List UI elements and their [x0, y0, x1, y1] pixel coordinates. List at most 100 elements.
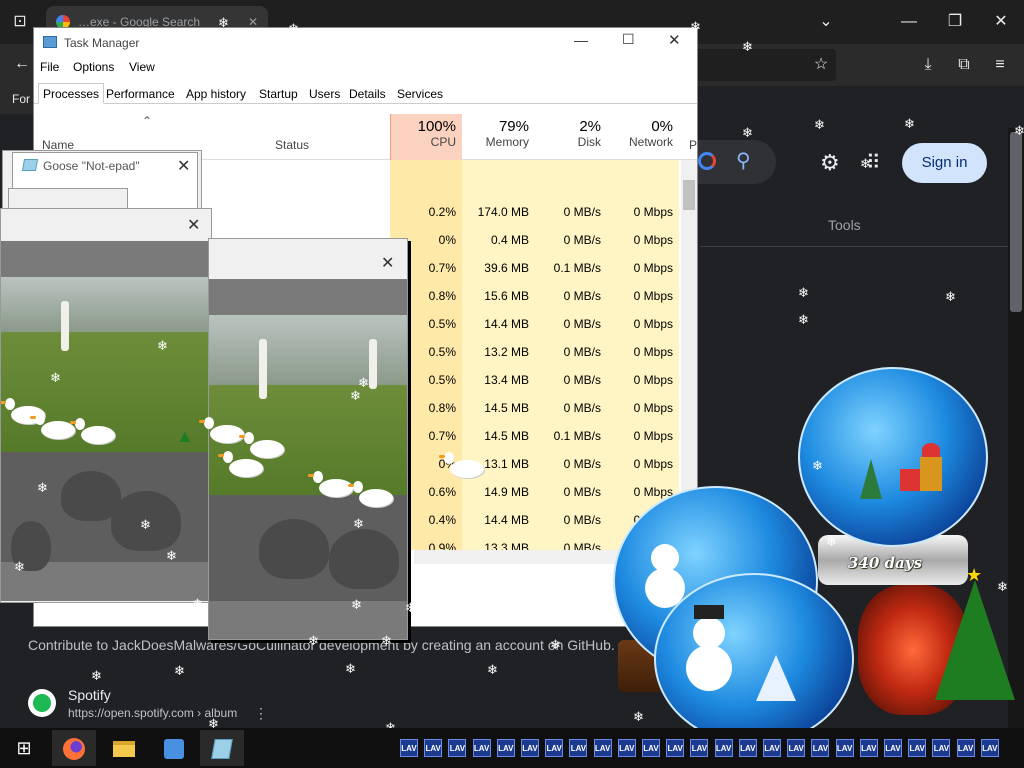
search-box[interactable]: ⚲ — [696, 140, 776, 184]
tray-lav-icon[interactable]: LAV — [569, 739, 588, 757]
tray-lav-icon[interactable]: LAV — [545, 739, 564, 757]
snowflake-icon: ❄ — [590, 589, 601, 604]
tray-lav-icon[interactable]: LAV — [956, 739, 975, 757]
menu-file[interactable]: File — [40, 60, 59, 74]
tray-lav-icon[interactable]: LAV — [738, 739, 757, 757]
tools-tab[interactable]: Tools — [828, 217, 861, 233]
bookmark-star-icon[interactable]: ☆ — [809, 53, 833, 77]
file-explorer-icon[interactable] — [102, 730, 146, 766]
meme-close-icon[interactable]: ✕ — [187, 215, 200, 235]
column-cpu[interactable]: 100% CPU — [390, 114, 462, 160]
firefox-icon[interactable] — [52, 730, 96, 766]
network-label: Network — [628, 135, 673, 149]
back-icon[interactable]: ← — [10, 52, 34, 76]
snowflake-icon: ❄ — [700, 663, 711, 678]
tab-search-icon[interactable]: ⊡ — [8, 10, 32, 34]
goose-video-1 — [1, 241, 211, 601]
tray-lav-icon[interactable]: LAV — [642, 739, 660, 757]
tray-lav-icon[interactable]: LAV — [908, 739, 927, 757]
tray-lav-icon[interactable]: LAV — [787, 739, 806, 757]
settings-gear-icon[interactable]: ⚙ — [820, 150, 840, 176]
tm-minimize-icon[interactable]: — — [574, 32, 588, 48]
task-manager-titlebar[interactable]: Task Manager — ☐ ✕ — [34, 28, 697, 58]
tray-lav-icon[interactable]: LAV — [496, 739, 515, 757]
cell-memory: 0.4 MB — [490, 233, 529, 247]
network-total: 0% — [651, 118, 673, 135]
meme2-close-icon[interactable]: ✕ — [381, 253, 394, 273]
tray-lav-icon[interactable]: LAV — [932, 739, 951, 757]
tray-lav-icon[interactable]: LAV — [835, 739, 854, 757]
tab-app-history[interactable]: App history — [181, 83, 251, 104]
snowflake-icon: ❄ — [381, 633, 392, 648]
disk-label: Disk — [577, 135, 601, 149]
tab-details[interactable]: Details — [344, 83, 391, 104]
chevron-down-icon[interactable]: ⌄ — [814, 10, 838, 34]
lens-icon[interactable] — [698, 152, 716, 170]
search-icon[interactable]: ⚲ — [736, 148, 751, 173]
tray-lav-icon[interactable]: LAV — [424, 739, 443, 757]
column-memory[interactable]: 79% Memory — [462, 114, 535, 160]
cell-network: 0 Mbps — [633, 205, 673, 219]
cpu-label: CPU — [430, 135, 456, 149]
tm-maximize-icon[interactable]: ☐ — [622, 31, 635, 48]
tray-lav-icon[interactable]: LAV — [593, 739, 612, 757]
extensions-icon[interactable]: ⧉ — [952, 53, 976, 77]
tray-lav-icon[interactable]: LAV — [690, 739, 709, 757]
notepad-close-icon[interactable]: ✕ — [177, 156, 190, 176]
tab-services[interactable]: Services — [392, 83, 448, 104]
snowflake-icon: ❄ — [826, 534, 837, 549]
tray-lav-icon[interactable]: LAV — [666, 739, 685, 757]
windows-start-icon[interactable]: ⊞ — [2, 730, 46, 766]
snowflake-icon: ❄ — [487, 662, 498, 677]
column-power[interactable]: P — [689, 138, 697, 152]
snowflake-icon: ❄ — [350, 388, 361, 403]
cell-memory: 14.4 MB — [484, 317, 529, 331]
cell-network: 0 Mbps — [633, 401, 673, 415]
tray-lav-icon[interactable]: LAV — [400, 739, 418, 757]
goose-sprite — [239, 432, 284, 458]
download-icon[interactable]: ⤓ — [916, 53, 940, 77]
restore-icon[interactable]: ❐ — [943, 10, 967, 34]
tm-close-icon[interactable]: ✕ — [668, 31, 681, 49]
tray-lav-icon[interactable]: LAV — [811, 739, 830, 757]
snowflake-icon: ❄ — [345, 661, 356, 676]
notepad-taskbar-icon[interactable] — [200, 730, 244, 766]
column-status[interactable]: Status — [275, 138, 309, 152]
cell-network: 0 Mbps — [633, 345, 673, 359]
tray-lav-icon[interactable]: LAV — [884, 739, 902, 757]
menu-icon[interactable]: ≡ — [988, 53, 1012, 77]
cell-disk: 0 MB/s — [563, 345, 601, 359]
tab-startup[interactable]: Startup — [254, 83, 303, 104]
minimize-icon[interactable]: — — [897, 10, 921, 34]
christmas-tree-icon — [935, 580, 1015, 700]
result-title[interactable]: Spotify — [68, 687, 111, 703]
tm-scrollbar-thumb[interactable] — [683, 180, 695, 210]
cell-network: 0 Mbps — [633, 429, 673, 443]
tab-processes[interactable]: Processes — [38, 83, 105, 104]
sign-in-button[interactable]: Sign in — [902, 143, 987, 183]
tray-lav-icon[interactable]: LAV — [521, 739, 539, 757]
task-manager-taskbar-icon[interactable] — [152, 730, 196, 766]
tray-lav-icon[interactable]: LAV — [859, 739, 878, 757]
menu-options[interactable]: Options — [73, 60, 114, 74]
menu-view[interactable]: View — [129, 60, 155, 74]
tray-lav-icon[interactable]: LAV — [980, 739, 999, 757]
cell-network: 0 Mbps — [633, 289, 673, 303]
cell-disk: 0.1 MB/s — [553, 429, 601, 443]
tray-lav-icon[interactable]: LAV — [472, 739, 491, 757]
tab-performance[interactable]: Performance — [101, 83, 180, 104]
page-scrollbar-thumb[interactable] — [1010, 132, 1022, 312]
tray-lav-icon[interactable]: LAV — [714, 739, 733, 757]
menu-bar: File Options View — [34, 58, 697, 80]
more-options-icon[interactable]: ⋮ — [254, 705, 268, 722]
tray-lav-icon[interactable]: LAV — [617, 739, 636, 757]
column-network[interactable]: 0% Network — [607, 114, 679, 160]
tray-lav-icon[interactable]: LAV — [763, 739, 781, 757]
cell-memory: 14.5 MB — [484, 429, 529, 443]
column-disk[interactable]: 2% Disk — [535, 114, 607, 160]
sort-arrow-icon[interactable]: ⌃ — [142, 114, 152, 128]
snowflake-icon: ❄ — [798, 312, 809, 327]
tray-lav-icon[interactable]: LAV — [448, 739, 467, 757]
tab-users[interactable]: Users — [304, 83, 345, 104]
close-icon[interactable]: ✕ — [989, 10, 1013, 34]
